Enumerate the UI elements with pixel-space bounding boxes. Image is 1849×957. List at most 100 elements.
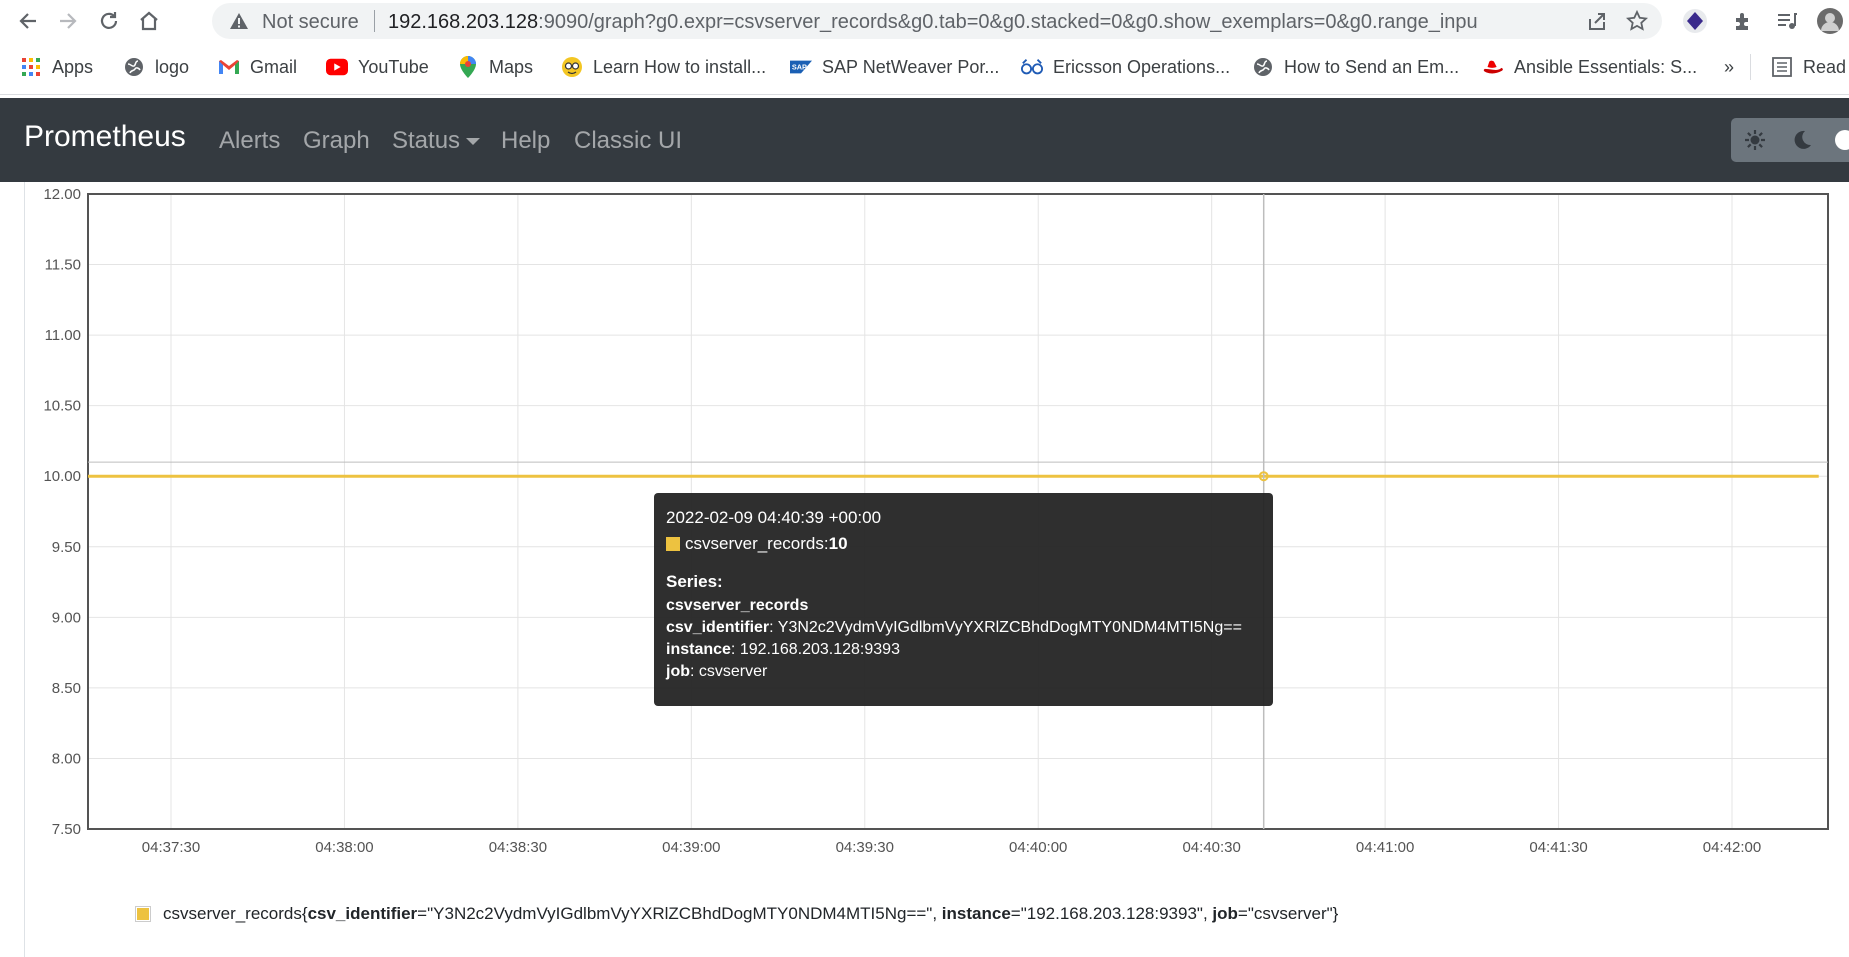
auto-theme-button[interactable] (1835, 130, 1849, 150)
bookmark-label: Apps (52, 56, 94, 77)
bookmarks-divider (1750, 54, 1751, 80)
extension-purple-icon[interactable] (1680, 6, 1710, 36)
bookmark-gmail[interactable]: Gmail (218, 56, 297, 78)
y-tick-label: 10.00 (43, 468, 81, 485)
bookmark-label: logo (155, 56, 190, 77)
reading-list-button[interactable]: Read (1771, 56, 1846, 78)
bookmarks-overflow-button[interactable]: » (1724, 56, 1734, 78)
x-tick-label: 04:42:00 (1703, 839, 1761, 856)
bookmark-youtube[interactable]: YouTube (326, 56, 429, 78)
bookmark-label: Ericsson Operations... (1053, 56, 1231, 77)
forward-arrow-icon (60, 13, 77, 29)
label-key: job (666, 663, 690, 680)
label-colon: : (690, 663, 699, 680)
brand-link[interactable]: Prometheus (24, 120, 186, 154)
label-colon: : (769, 619, 778, 636)
legend-equals: = (417, 904, 428, 923)
media-control-icon[interactable] (1772, 6, 1802, 36)
redhat-icon (1482, 56, 1504, 78)
legend-equals: = (1010, 904, 1021, 923)
bookmark-label: YouTube (358, 56, 429, 77)
address-bar[interactable]: Not secure 192.168.203.128:9090/graph?g0… (212, 3, 1662, 39)
tooltip-label-csv-identifier: csv_identifier: Y3N2c2VydmVyIGdlbmVyYXRl… (666, 617, 1261, 639)
legend-comma: , (1202, 904, 1213, 923)
y-tick-label: 10.50 (43, 398, 81, 415)
bookmark-sap[interactable]: SAP SAP NetWeaver Por... (790, 56, 999, 78)
legend-comma: , (932, 904, 942, 923)
reading-list-icon (1771, 56, 1793, 78)
url-text[interactable]: 192.168.203.128:9090/graph?g0.expr=csvse… (388, 11, 1478, 34)
x-tick-label: 04:37:30 (142, 839, 200, 856)
tooltip-series-name: csvserver_records (666, 595, 1261, 617)
nav-alerts[interactable]: Alerts (219, 127, 280, 155)
light-theme-button[interactable] (1741, 126, 1769, 154)
reload-button[interactable] (94, 6, 124, 36)
back-button[interactable] (13, 6, 43, 36)
y-tick-label: 9.50 (52, 539, 81, 556)
legend-label-key: instance (941, 904, 1011, 923)
theme-toggle-group (1731, 118, 1849, 162)
home-button[interactable] (134, 6, 164, 36)
y-tick-label: 11.00 (45, 327, 81, 344)
prometheus-navbar: Prometheus Alerts Graph Status Help Clas… (0, 98, 1849, 182)
legend-label-value: "Y3N2c2VydmVyIGdlbmVyYXRlZCBhdDogMTY0NDM… (427, 904, 933, 923)
gmail-icon (218, 56, 240, 78)
label-key: instance (666, 641, 731, 658)
tooltip-timestamp: 2022-02-09 04:40:39 +00:00 (666, 508, 882, 527)
bookmark-label: Maps (489, 56, 534, 77)
nav-classic-ui[interactable]: Classic UI (574, 127, 682, 155)
x-tick-label: 04:41:00 (1356, 839, 1414, 856)
bookmark-label: SAP NetWeaver Por... (822, 56, 1000, 77)
bookmark-maps[interactable]: Maps (457, 56, 533, 78)
sun-icon (1745, 130, 1765, 150)
bookmark-learn[interactable]: Learn How to install... (561, 56, 766, 78)
globe-icon (123, 56, 145, 78)
url-host: 192.168.203.128 (388, 11, 539, 33)
label-value: csvserver (698, 663, 768, 680)
bookmark-apps[interactable]: Apps (20, 56, 93, 78)
series-legend-item[interactable]: csvserver_records{csv_identifier = "Y3N2c2… (135, 904, 1338, 924)
bookmark-label: How to Send an Em... (1284, 56, 1460, 77)
legend-label-value: "192.168.203.128:9393" (1020, 904, 1203, 923)
globe-icon (1252, 56, 1274, 78)
tooltip-series-heading: Series: (666, 572, 723, 591)
bookmark-label: Gmail (250, 56, 298, 77)
bookmark-logo[interactable]: logo (123, 56, 189, 78)
security-label[interactable]: Not secure (262, 11, 359, 34)
legend-close-brace: } (1332, 904, 1339, 923)
x-tick-label: 04:39:00 (662, 839, 720, 856)
reload-icon (100, 12, 118, 29)
y-tick-label: 7.50 (52, 821, 81, 838)
nav-status-dropdown[interactable]: Status (392, 127, 481, 155)
bookmark-ansible[interactable]: Ansible Essentials: S... (1482, 56, 1697, 78)
share-icon[interactable] (1586, 10, 1608, 37)
legend-label-key: csv_identifier (307, 904, 418, 923)
apps-grid-icon (20, 56, 42, 78)
label-colon: : (730, 641, 740, 658)
legend-equals: = (1237, 904, 1248, 923)
forward-button[interactable] (53, 6, 83, 36)
series-color-swatch (666, 537, 680, 551)
site-icon (561, 56, 583, 78)
dark-theme-button[interactable] (1787, 126, 1815, 154)
profile-avatar-icon[interactable] (1815, 6, 1845, 36)
nav-help[interactable]: Help (501, 127, 550, 155)
y-tick-label: 12.00 (43, 186, 81, 203)
legend-label-value: "csvserver" (1247, 904, 1333, 923)
moon-icon (1794, 130, 1811, 149)
bookmark-ericsson[interactable]: Ericsson Operations... (1021, 56, 1230, 78)
label-key: csv_identifier (666, 619, 770, 636)
tooltip-series-name-text: csvserver_records (666, 597, 809, 614)
label-value: Y3N2c2VydmVyIGdlbmVyYXRlZCBhdDogMTY0NDM4… (777, 619, 1242, 636)
back-arrow-icon (19, 13, 36, 29)
browser-toolbar: Not secure 192.168.203.128:9090/graph?g0… (0, 0, 1849, 42)
bookmark-send-email[interactable]: How to Send an Em... (1252, 56, 1459, 78)
nav-graph[interactable]: Graph (303, 127, 370, 155)
extensions-puzzle-icon[interactable] (1728, 6, 1758, 36)
legend-color-swatch (135, 906, 151, 922)
tooltip-value-row: csvserver_records: 10 (666, 533, 1261, 555)
bookmark-star-icon[interactable] (1625, 9, 1649, 37)
svg-text:SAP: SAP (792, 63, 807, 72)
youtube-icon (326, 56, 348, 78)
ericsson-icon (1021, 56, 1043, 78)
